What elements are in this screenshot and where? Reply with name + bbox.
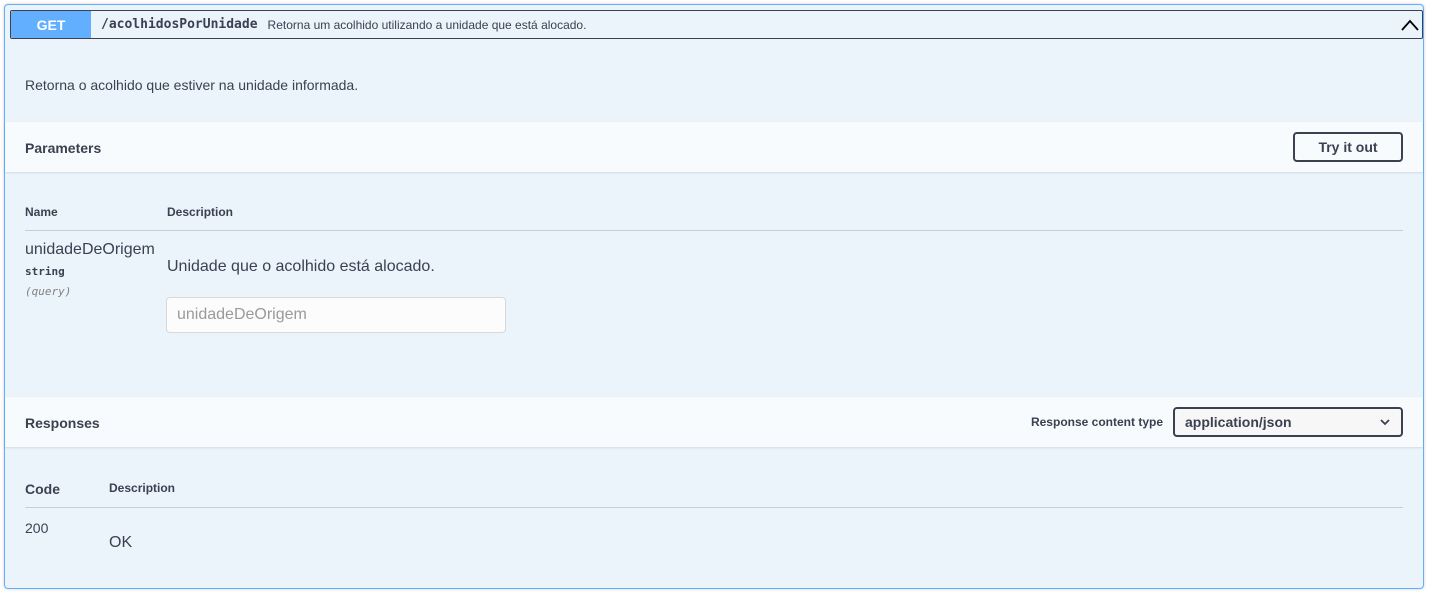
unidade-de-origem-input[interactable] [166,297,506,333]
param-type: string [25,265,65,278]
response-code: 200 [25,520,49,536]
param-description: Unidade que o acolhido está alocado. [167,258,435,275]
param-location: (query) [25,285,72,298]
responses-title: Responses [25,415,100,431]
param-col-name: Name [25,205,58,219]
chevron-up-icon[interactable] [1400,15,1420,35]
response-col-code: Code [25,481,60,497]
response-col-description: Description [109,481,176,495]
operation-summary-text: Retorna um acolhido utilizando a unidade… [267,17,587,32]
responses-header: Responses Response content type applicat… [5,397,1423,447]
param-name: unidadeDeOrigem [25,241,155,258]
param-col-description: Description [167,205,234,219]
http-method-badge: GET [11,11,91,38]
operation-summary[interactable]: GET /acolhidosPorUnidade Retorna um acol… [10,10,1423,39]
response-description: OK [109,534,133,551]
operation-description: Retorna o acolhido que estiver na unidad… [25,77,359,93]
parameters-title: Parameters [25,140,102,156]
response-content-type-select[interactable]: application/json [1173,407,1403,437]
parameters-header: Parameters Try it out [5,122,1423,172]
chevron-down-icon [1380,419,1390,426]
response-content-type-value: application/json [1185,414,1292,430]
try-it-out-button[interactable]: Try it out [1293,132,1403,162]
response-content-type-label: Response content type [1030,415,1163,429]
operation-path: /acolhidosPorUnidade [101,17,258,32]
responses-divider [25,507,1403,508]
operation-block: GET /acolhidosPorUnidade Retorna um acol… [4,4,1424,589]
parameters-divider [25,230,1403,231]
